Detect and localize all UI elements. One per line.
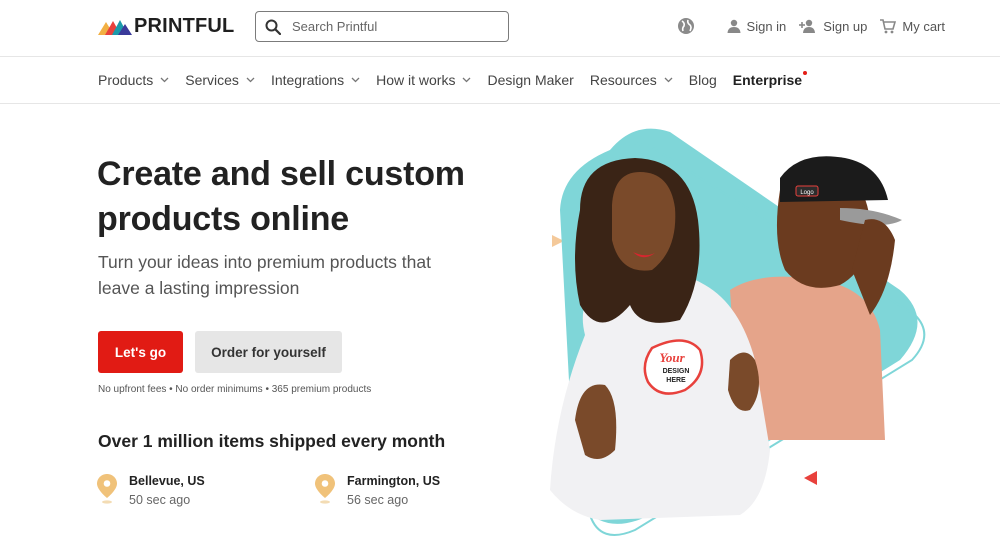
nav-item-label: How it works	[376, 72, 456, 88]
sign-in-link[interactable]: Sign in	[727, 18, 787, 34]
logo-mountains-icon	[98, 20, 132, 35]
nav-item-how-it-works[interactable]: How it works	[376, 72, 471, 88]
sign-up-label: Sign up	[823, 18, 868, 34]
nav-item-label: Services	[185, 72, 239, 88]
hero-fine-print: No upfront fees • No order minimums • 36…	[98, 384, 372, 395]
nav-item-integrations[interactable]: Integrations	[271, 72, 360, 88]
hero-subtitle: Turn your ideas into premium products th…	[98, 252, 431, 298]
recent-order-location: Bellevue, US 50 sec ago	[97, 473, 205, 509]
brand-name: PRINTFUL	[134, 14, 235, 37]
hero-title: Create and sell custom products online	[97, 155, 465, 238]
nav-item-resources[interactable]: Resources	[590, 72, 673, 88]
add-user-icon	[799, 19, 816, 33]
nav-item-products[interactable]: Products	[98, 72, 169, 88]
chevron-down-icon	[160, 77, 169, 83]
main-nav: Products Services Integrations How it wo…	[0, 57, 1000, 104]
nav-item-label: Resources	[589, 72, 657, 88]
cap-print-text: Logo	[800, 190, 814, 196]
nav-item-label: Integrations	[270, 72, 345, 88]
hero-image: Logo Your DESIGN HERE	[550, 128, 926, 536]
location-city: Farmington, US	[347, 474, 441, 488]
chevron-down-icon	[246, 77, 255, 83]
search-icon	[265, 19, 281, 35]
recent-order-location: Farmington, US 56 sec ago	[315, 473, 440, 509]
nav-item-services[interactable]: Services	[185, 72, 255, 88]
globe-icon[interactable]	[677, 17, 695, 35]
search-input[interactable]	[292, 19, 492, 34]
top-header: PRINTFUL Sign in Sign up	[0, 0, 1000, 57]
account-nav: Sign in Sign up My cart	[677, 17, 945, 35]
nav-item-label: Enterprise	[732, 72, 803, 88]
chevron-down-icon	[351, 77, 360, 83]
sign-up-link[interactable]: Sign up	[799, 19, 867, 34]
hoodie-print-line2: DESIGN	[663, 368, 690, 375]
printful-logo[interactable]: PRINTFUL	[98, 15, 234, 37]
user-icon	[727, 19, 741, 33]
lets-go-button[interactable]: Let's go	[98, 331, 183, 373]
hoodie-print-line3: HERE	[666, 377, 686, 384]
chevron-down-icon	[463, 77, 471, 83]
nav-item-label: Design Maker	[487, 72, 574, 88]
cart-icon	[880, 18, 897, 33]
nav-item-design-maker[interactable]: Design Maker	[487, 72, 573, 88]
hoodie-print-line1: Your	[659, 350, 685, 365]
nav-item-blog[interactable]: Blog	[689, 72, 717, 88]
new-indicator-dot	[803, 71, 808, 75]
chevron-down-icon	[664, 77, 673, 83]
map-pin-icon	[97, 474, 117, 504]
location-city: Bellevue, US	[129, 474, 205, 488]
nav-item-label: Blog	[688, 72, 717, 88]
nav-item-enterprise[interactable]: Enterprise	[732, 71, 808, 88]
map-pin-icon	[315, 474, 335, 504]
shipped-heading: Over 1 million items shipped every month	[98, 431, 446, 451]
cart-link[interactable]: My cart	[880, 19, 945, 34]
nav-item-label: Products	[98, 72, 154, 88]
order-for-yourself-button[interactable]: Order for yourself	[195, 331, 342, 373]
sign-in-label: Sign in	[746, 18, 787, 34]
cart-label: My cart	[902, 18, 945, 34]
location-time: 56 sec ago	[347, 493, 409, 507]
location-time: 50 sec ago	[129, 493, 191, 507]
search-box[interactable]	[255, 11, 509, 42]
